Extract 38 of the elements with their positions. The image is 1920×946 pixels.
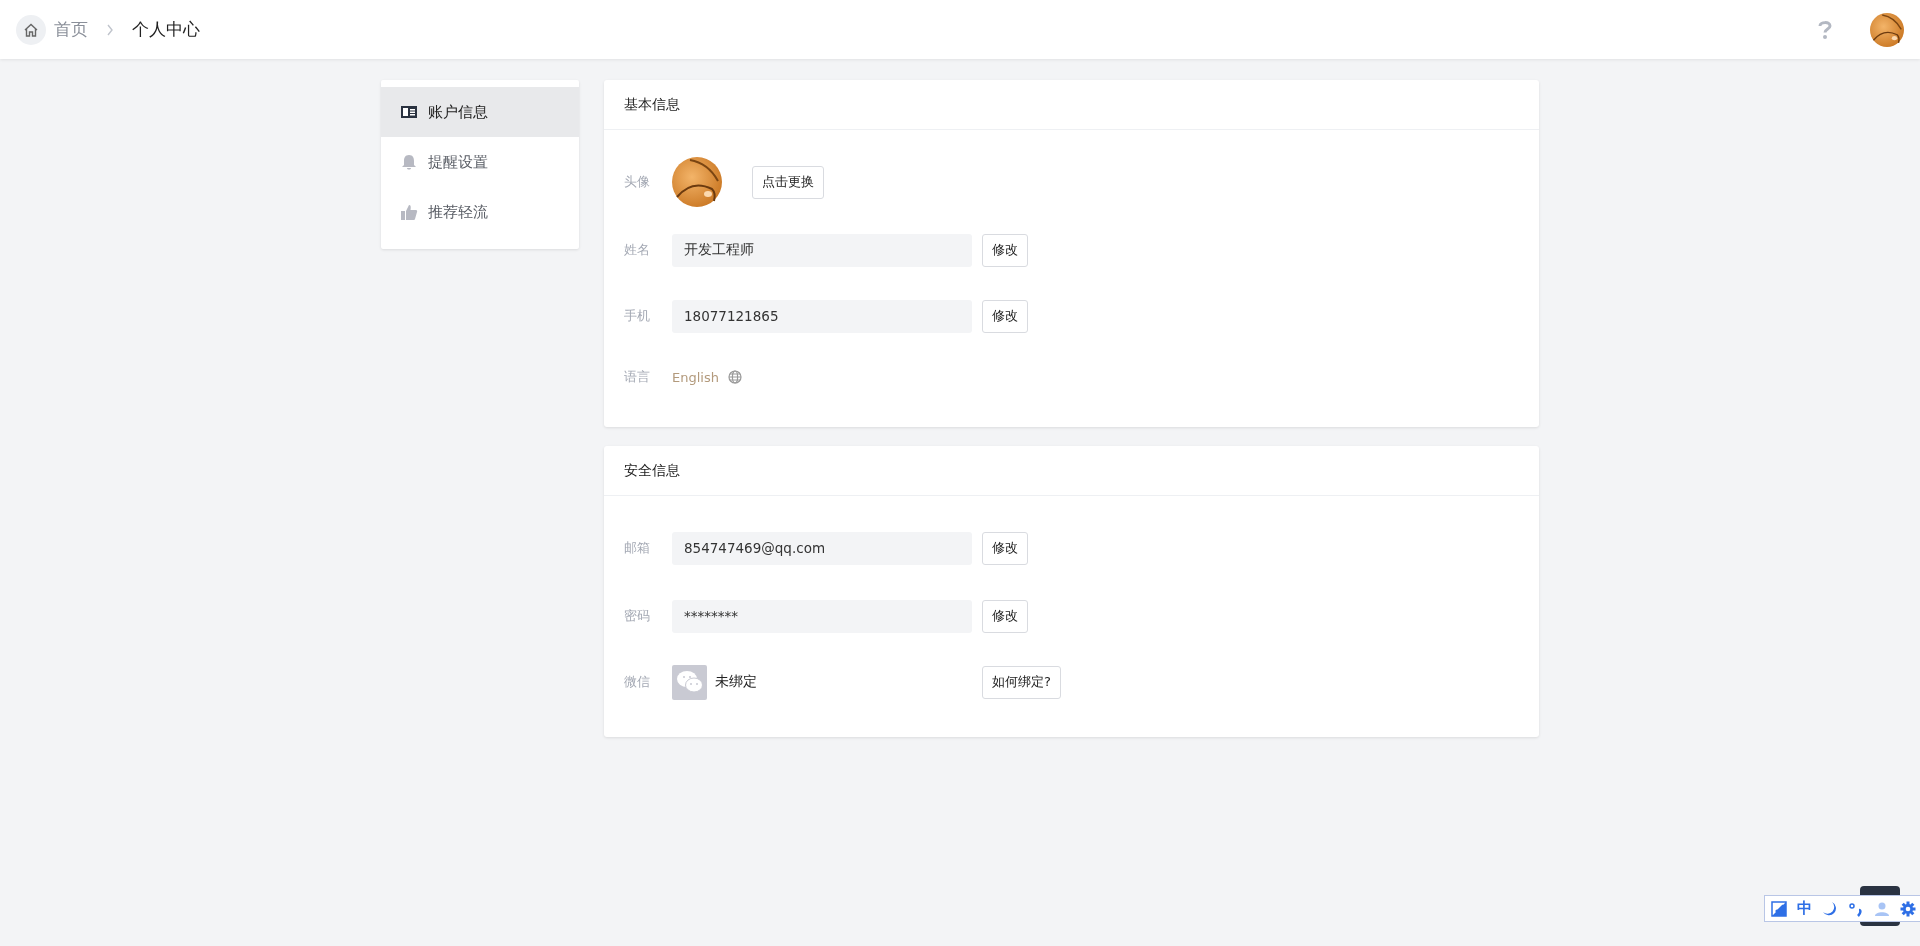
avatar-image (1870, 12, 1904, 47)
sidebar-item[interactable]: 推荐轻流 (381, 187, 579, 237)
how-to-bind-button[interactable]: 如何绑定? (982, 665, 1061, 699)
binding-status: 未绑定 (715, 673, 758, 691)
settings-icon[interactable] (1900, 900, 1916, 917)
wechat-icon (672, 664, 707, 700)
punctuation-icon[interactable] (1848, 900, 1864, 917)
id-card-icon (400, 103, 418, 121)
expand-icon[interactable] (1771, 900, 1787, 917)
field-label: 头像 (624, 173, 651, 191)
input-mode-toggle[interactable]: 中 (1797, 899, 1812, 918)
text-field[interactable]: 18077121865 (672, 299, 972, 333)
sidebar-item[interactable]: 账户信息 (381, 87, 579, 137)
text-field[interactable]: ******** (672, 599, 972, 633)
sidebar-item[interactable]: 提醒设置 (381, 137, 579, 187)
avatar-image (672, 157, 722, 207)
home-icon[interactable] (16, 14, 46, 45)
card-title: 安全信息 (624, 461, 680, 480)
bell-icon (400, 153, 418, 171)
edit-button[interactable]: 修改 (982, 599, 1028, 633)
thumbs-up-icon (400, 203, 418, 221)
edit-button[interactable]: 修改 (982, 531, 1028, 565)
breadcrumb-current: 个人中心 (132, 18, 200, 41)
edit-button[interactable]: 修改 (982, 299, 1028, 333)
field-label: 密码 (624, 607, 651, 625)
chevron-icon (106, 23, 114, 36)
card-title: 基本信息 (624, 95, 680, 114)
change-avatar-button[interactable]: 点击更换 (752, 165, 824, 199)
text-field[interactable]: 开发工程师 (672, 233, 972, 267)
field-label: 姓名 (624, 241, 651, 259)
moon-icon[interactable] (1822, 900, 1838, 917)
globe-icon[interactable] (727, 370, 742, 384)
field-label: 语言 (624, 368, 651, 386)
edit-button[interactable]: 修改 (982, 233, 1028, 267)
text-field[interactable]: 854747469@qq.com (672, 531, 972, 565)
field-label: 邮箱 (624, 539, 651, 557)
field-label: 微信 (624, 673, 651, 691)
field-label: 手机 (624, 307, 651, 325)
